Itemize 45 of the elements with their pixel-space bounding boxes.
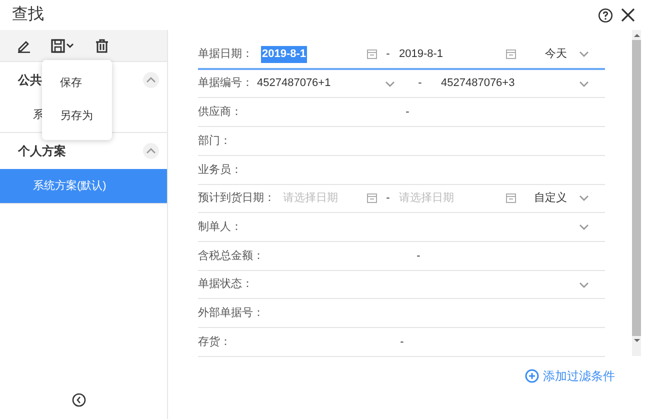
collapse-button[interactable] (143, 72, 159, 88)
filter-label: 预计到货日期： (198, 191, 275, 206)
filter-label: 单据日期： (198, 47, 253, 62)
edit-icon[interactable] (17, 38, 31, 52)
collapse-left-icon[interactable] (72, 393, 86, 407)
close-icon[interactable] (621, 8, 635, 22)
scrollbar[interactable] (632, 30, 641, 356)
chevron-down-icon (385, 80, 395, 87)
range-dash: - (400, 334, 404, 350)
group-title: 个人方案 (18, 143, 66, 160)
filter-label: 单据状态： (198, 276, 253, 292)
collapse-button[interactable] (143, 143, 159, 159)
plus-circle-icon (525, 369, 539, 383)
window-title: 查找 (12, 4, 44, 25)
chevron-down-icon (579, 224, 589, 230)
save-icon[interactable] (51, 38, 75, 52)
range-dash: - (385, 47, 391, 62)
range-dash: - (385, 191, 391, 206)
chevron-up-icon (146, 148, 156, 154)
date-field[interactable]: 2019-8-1 (399, 46, 444, 63)
filter-label: 供应商： (198, 104, 242, 120)
filter-label: 外部单据号： (198, 306, 264, 322)
filter-label: 部门： (198, 134, 231, 149)
chevron-down-icon (579, 51, 589, 58)
filter-label: 存货： (198, 334, 231, 350)
group-title: 公共 (18, 72, 42, 89)
chevron-down-icon (579, 195, 589, 202)
chevron-down-icon (579, 80, 589, 87)
chevron-down-icon (579, 282, 589, 288)
menu-item[interactable]: 另存为 (42, 100, 112, 132)
range-dash: - (416, 248, 420, 264)
help-icon[interactable] (598, 8, 613, 22)
range-dash: - (406, 105, 410, 120)
preset-dropdown[interactable]: 自定义 (520, 190, 605, 207)
filter-label: 制单人： (198, 220, 242, 235)
filter-label: 业务员： (198, 162, 242, 178)
range-dash: - (417, 76, 423, 92)
menu-item[interactable]: 保存 (42, 68, 112, 100)
chevron-up-icon (146, 77, 156, 83)
select-field[interactable]: 4527487076+1 (253, 75, 403, 92)
preset-dropdown[interactable]: 今天 (520, 46, 605, 63)
trash-icon[interactable] (95, 38, 109, 52)
filter-label: 单据编号： (198, 76, 253, 92)
select-field[interactable]: 4527487076+3 (437, 75, 605, 92)
filter-label: 含税总金额： (198, 248, 264, 264)
